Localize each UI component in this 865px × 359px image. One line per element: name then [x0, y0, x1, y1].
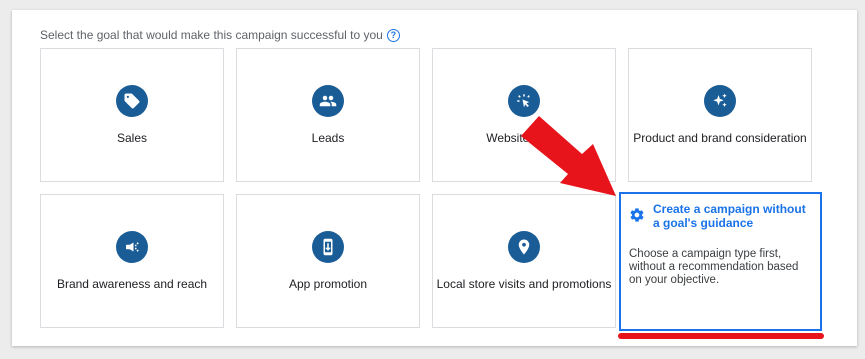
cursor-click-icon	[508, 85, 540, 117]
no-goal-description: Choose a campaign type first, without a …	[629, 248, 799, 286]
goal-tile-brand-awareness[interactable]: Brand awareness and reach	[40, 194, 224, 328]
goal-label: Website traffic	[486, 131, 562, 145]
goal-label: App promotion	[288, 277, 368, 291]
goal-label: Sales	[116, 131, 148, 145]
map-pin-icon	[508, 231, 540, 263]
goal-tile-app-promotion[interactable]: App promotion	[236, 194, 420, 328]
goal-prompt-text: Select the goal that would make this cam…	[40, 28, 383, 42]
tag-icon	[116, 85, 148, 117]
sparkle-icon	[704, 85, 736, 117]
gear-icon	[629, 207, 645, 228]
goal-label: Product and brand consideration	[633, 131, 807, 145]
goal-tile-no-goal[interactable]: Create a campaign without a goal's guida…	[619, 192, 822, 331]
goal-tile-product-brand-consideration[interactable]: Product and brand consideration	[628, 48, 812, 182]
goal-prompt: Select the goal that would make this cam…	[40, 28, 400, 42]
question-circle-icon[interactable]: ?	[386, 28, 400, 42]
no-goal-title: Create a campaign without a goal's guida…	[653, 202, 806, 230]
goal-tile-sales[interactable]: Sales	[40, 48, 224, 182]
goal-label: Brand awareness and reach	[56, 277, 208, 291]
goal-tile-leads[interactable]: Leads	[236, 48, 420, 182]
megaphone-icon	[116, 231, 148, 263]
goal-label: Local store visits and promotions	[436, 277, 612, 291]
phone-download-icon	[312, 231, 344, 263]
goal-label: Leads	[311, 131, 345, 145]
no-goal-header: Create a campaign without a goal's guida…	[629, 202, 812, 230]
annotation-underline	[618, 333, 824, 339]
goal-tile-website-traffic[interactable]: Website traffic	[432, 48, 616, 182]
people-icon	[312, 85, 344, 117]
goal-tile-local-store-visits[interactable]: Local store visits and promotions	[432, 194, 616, 328]
